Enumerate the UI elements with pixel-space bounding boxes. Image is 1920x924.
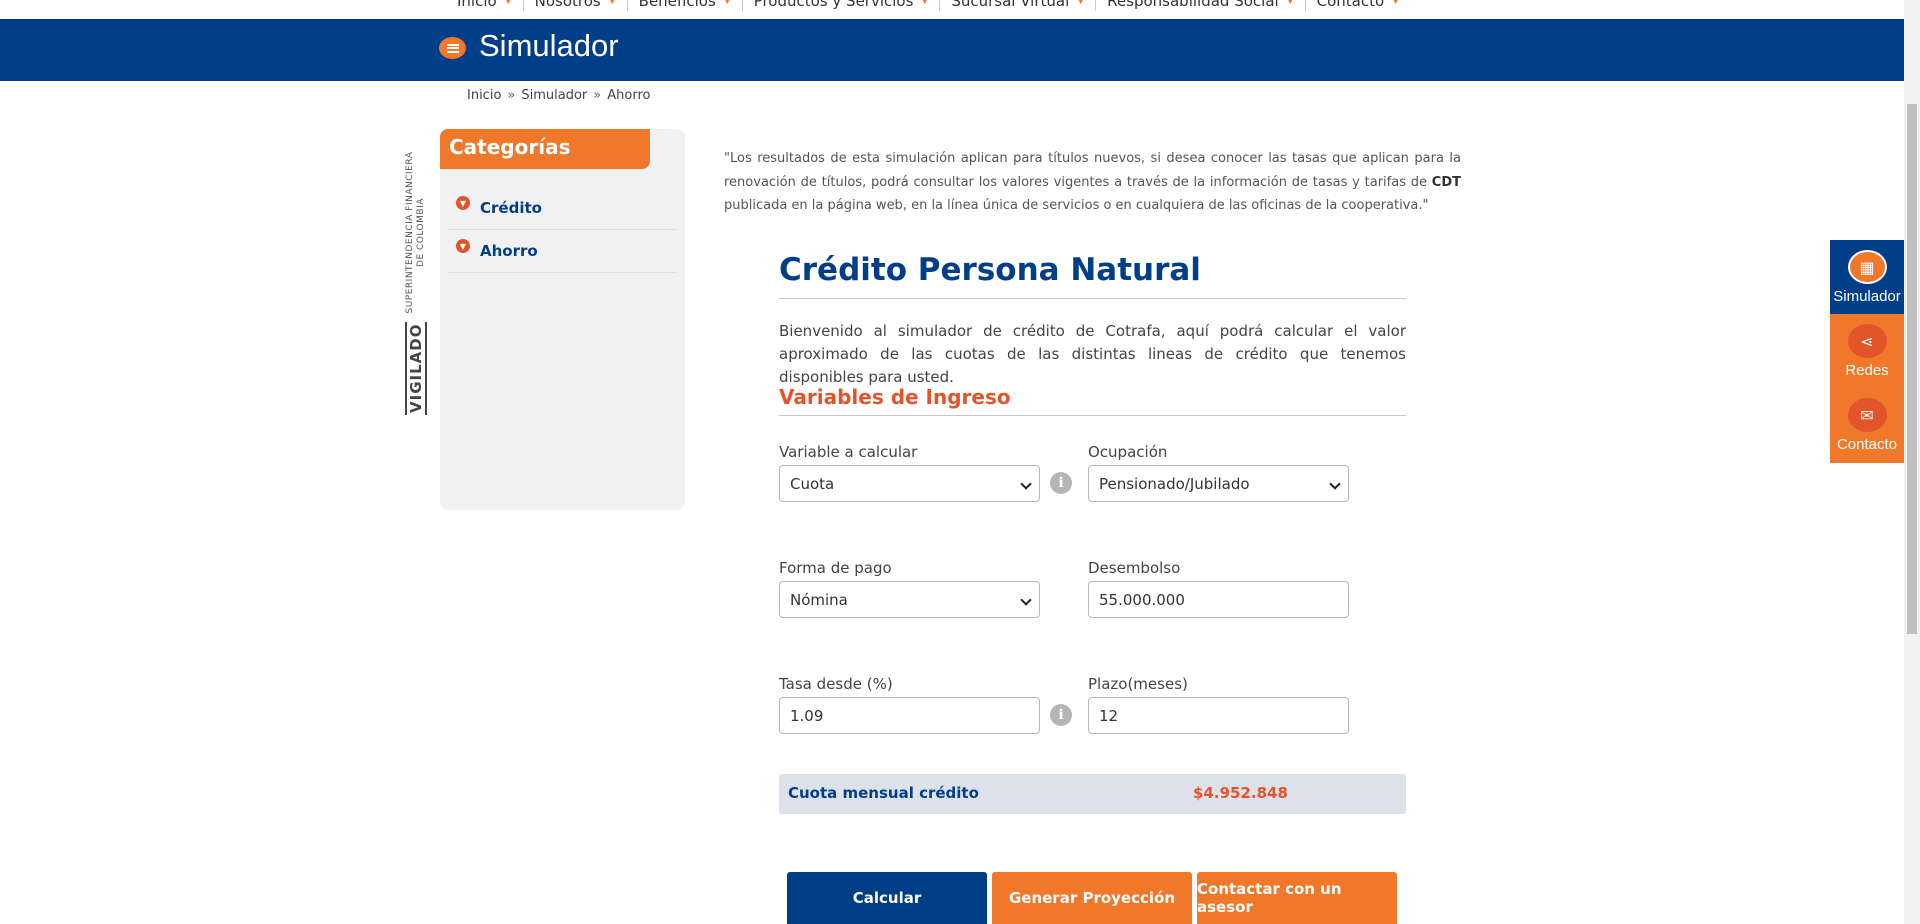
nav-item-inicio[interactable]: Inicio ▼	[446, 0, 524, 11]
sidebar-item-label: Ahorro	[480, 242, 538, 260]
info-icon[interactable]: i	[1050, 704, 1072, 726]
vigilado-label: VIGILADO	[405, 321, 427, 415]
sidebar-item-ahorro[interactable]: ▼ Ahorro	[448, 230, 677, 273]
nav-label: Contacto	[1316, 0, 1385, 10]
plazo-label: Plazo(meses)	[1088, 675, 1188, 693]
vigilado-badge: VIGILADO SUPERINTENDENCIA FINANCIERA DE …	[405, 145, 435, 415]
categories-sidebar: Categorías ▼ Crédito ▼ Ahorro	[440, 129, 685, 510]
divider	[779, 415, 1406, 416]
float-redes[interactable]: ⋖ Redes	[1830, 314, 1904, 388]
nav-label: Sucursal Virtual	[951, 0, 1070, 10]
nav-label: Beneficios	[638, 0, 716, 10]
breadcrumb: Inicio » Simulador » Ahorro	[467, 88, 650, 103]
list-icon	[439, 37, 466, 59]
calcular-button[interactable]: Calcular	[787, 872, 987, 924]
nav-item-productos[interactable]: Productos y Servicios ▼	[743, 0, 941, 11]
caret-down-icon: ▼	[504, 0, 512, 6]
nav-item-nosotros[interactable]: Nosotros ▼	[524, 0, 628, 11]
result-value: $4.952.848	[1193, 784, 1288, 802]
disclaimer-part: "Los resultados de esta simulación aplic…	[724, 151, 1461, 190]
nav-label: Productos y Servicios	[753, 0, 914, 10]
plazo-input[interactable]: 12	[1088, 697, 1349, 734]
plazo-value: 12	[1099, 706, 1119, 725]
caret-down-icon: ▼	[1077, 0, 1085, 6]
contactar-asesor-button[interactable]: Contactar con un asesor	[1197, 872, 1397, 924]
scrollbar[interactable]	[1904, 0, 1920, 924]
nav-item-responsabilidad[interactable]: Responsabilidad Social ▼	[1096, 0, 1306, 11]
floating-panel: ▦ Simulador ⋖ Redes ✉ Contacto	[1830, 240, 1904, 463]
caret-down-icon: ▼	[1286, 0, 1294, 6]
breadcrumb-separator: »	[593, 88, 602, 103]
tasa-value: 1.09	[790, 706, 824, 725]
float-label: Redes	[1845, 362, 1889, 379]
mail-icon: ✉	[1847, 398, 1887, 432]
float-simulador[interactable]: ▦ Simulador	[1830, 240, 1904, 314]
breadcrumb-ahorro: Ahorro	[607, 88, 651, 103]
top-navigation: Inicio ▼ Nosotros ▼ Beneficios ▼ Productos …	[0, 0, 1904, 19]
desembolso-input[interactable]: 55.000.000	[1088, 581, 1349, 618]
ocupacion-value: Pensionado/Jubilado	[1099, 474, 1250, 493]
page-title: Simulador	[479, 28, 619, 63]
ocupacion-select[interactable]: Pensionado/Jubilado	[1088, 465, 1349, 502]
caret-down-icon: ▼	[921, 0, 929, 6]
forma-pago-value: Nómina	[790, 590, 848, 609]
float-label: Simulador	[1833, 288, 1901, 305]
result-box: Cuota mensual crédito $4.952.848	[779, 774, 1406, 814]
disclaimer-part: publicada en la página web, en la línea …	[724, 198, 1429, 213]
breadcrumb-simulador[interactable]: Simulador	[521, 88, 587, 103]
disclaimer-text: "Los resultados de esta simulación aplic…	[724, 147, 1461, 218]
main-title: Crédito Persona Natural	[779, 252, 1201, 288]
variable-select[interactable]: Cuota	[779, 465, 1040, 502]
ocupacion-label: Ocupación	[1088, 443, 1168, 461]
chevron-down-icon: ▼	[456, 239, 470, 253]
caret-down-icon: ▼	[723, 0, 731, 6]
page: Inicio ▼ Nosotros ▼ Beneficios ▼ Productos …	[0, 0, 1920, 924]
disclaimer-cdt: CDT	[1431, 174, 1461, 190]
result-label: Cuota mensual crédito	[788, 784, 979, 802]
nav-item-contacto[interactable]: Contacto ▼	[1306, 0, 1410, 11]
breadcrumb-inicio[interactable]: Inicio	[467, 88, 501, 103]
nav-label: Nosotros	[534, 0, 601, 10]
nav-item-sucursal[interactable]: Sucursal Virtual ▼	[940, 0, 1097, 11]
categories-title: Categorías	[440, 129, 650, 169]
intro-text: Bienvenido al simulador de crédito de Co…	[779, 322, 1406, 386]
caret-down-icon: ▼	[608, 0, 616, 6]
generar-proyeccion-button[interactable]: Generar Proyección	[992, 872, 1192, 924]
chevron-down-icon: ▼	[456, 196, 470, 210]
nav-item-beneficios[interactable]: Beneficios ▼	[628, 0, 743, 11]
nav-label: Responsabilidad Social	[1107, 0, 1279, 10]
float-label: Contacto	[1836, 436, 1898, 453]
superintendencia-label: SUPERINTENDENCIA FINANCIERA DE COLOMBIA	[405, 151, 426, 314]
sidebar-item-label: Crédito	[480, 199, 542, 217]
sidebar-item-credito[interactable]: ▼ Crédito	[448, 187, 677, 230]
variable-label: Variable a calcular	[779, 443, 918, 461]
section-title: Variables de Ingreso	[779, 385, 1011, 409]
nav-label: Inicio	[457, 0, 497, 10]
float-contacto[interactable]: ✉ Contacto	[1830, 388, 1904, 462]
info-icon[interactable]: i	[1050, 472, 1072, 494]
breadcrumb-separator: »	[507, 88, 516, 103]
forma-pago-select[interactable]: Nómina	[779, 581, 1040, 618]
calculator-icon: ▦	[1847, 250, 1887, 284]
tasa-label: Tasa desde (%)	[779, 675, 893, 693]
divider	[779, 298, 1406, 299]
desembolso-value: 55.000.000	[1099, 590, 1185, 609]
share-icon: ⋖	[1847, 324, 1887, 358]
forma-pago-label: Forma de pago	[779, 559, 892, 577]
tasa-input[interactable]: 1.09	[779, 697, 1040, 734]
scrollbar-thumb[interactable]	[1907, 104, 1917, 634]
variable-value: Cuota	[790, 474, 835, 493]
caret-down-icon: ▼	[1392, 0, 1400, 6]
desembolso-label: Desembolso	[1088, 559, 1181, 577]
page-header: Simulador	[0, 19, 1904, 81]
